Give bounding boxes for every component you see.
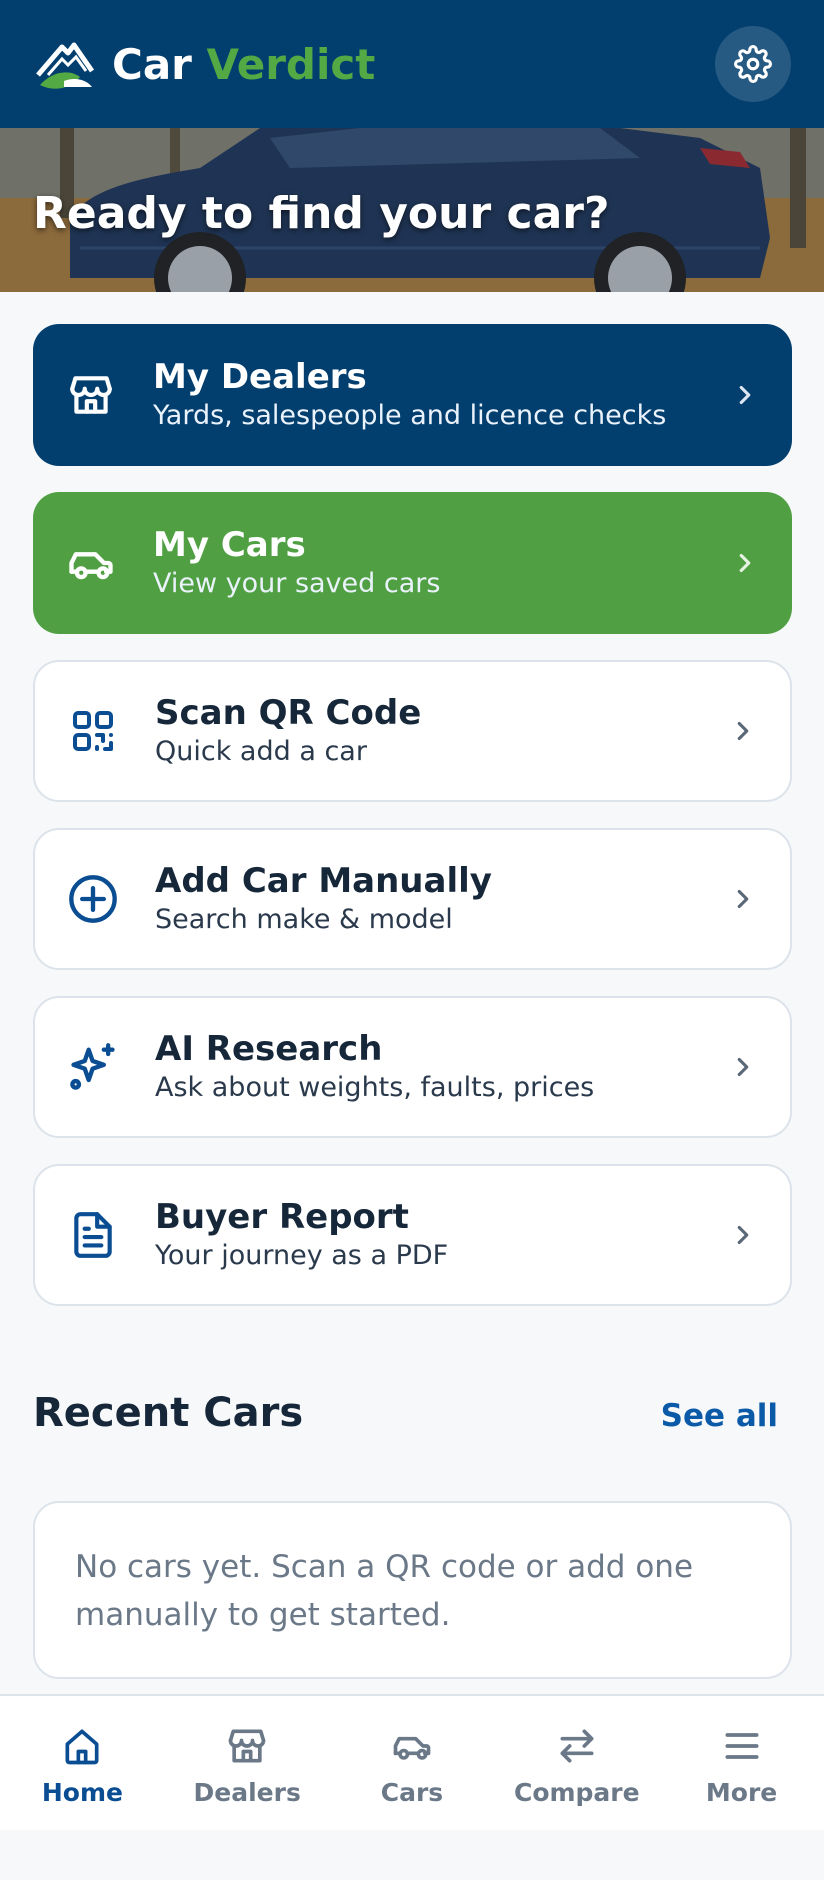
nav-cars[interactable]: Cars	[330, 1696, 495, 1830]
brand-name-part1: Car	[112, 39, 192, 89]
ai-research-card[interactable]: AI Research Ask about weights, faults, p…	[33, 996, 792, 1138]
card-subtitle: Quick add a car	[155, 736, 367, 767]
sparkle-icon	[65, 1039, 121, 1095]
mountain-logo-icon	[36, 42, 95, 89]
my-cars-card[interactable]: My Cars View your saved cars	[33, 492, 792, 634]
card-title: My Cars	[153, 525, 306, 565]
empty-state-text: No cars yet. Scan a QR code or add one m…	[75, 1549, 694, 1633]
recent-cars-heading: Recent Cars	[33, 1390, 304, 1436]
card-title: Add Car Manually	[155, 861, 492, 901]
document-icon	[65, 1207, 121, 1263]
app-header: Car Verdict	[0, 0, 824, 128]
nav-home[interactable]: Home	[0, 1696, 165, 1830]
hero-title: Ready to find your car?	[33, 188, 610, 239]
add-car-manually-card[interactable]: Add Car Manually Search make & model	[33, 828, 792, 970]
my-dealers-card[interactable]: My Dealers Yards, salespeople and licenc…	[33, 324, 792, 466]
bottom-navigation: Home Dealers Cars Compare More	[0, 1694, 824, 1830]
chevron-right-icon	[737, 721, 749, 741]
chevron-right-icon	[739, 385, 751, 405]
car-icon	[393, 1736, 431, 1760]
home-icon	[65, 1729, 99, 1765]
gear-icon	[734, 45, 772, 83]
settings-button[interactable]	[715, 26, 791, 102]
recent-cars-empty-state: No cars yet. Scan a QR code or add one m…	[33, 1501, 792, 1679]
card-subtitle: Search make & model	[155, 904, 453, 935]
scan-qr-code-card[interactable]: Scan QR Code Quick add a car	[33, 660, 792, 802]
nav-label: More	[705, 1778, 778, 1807]
nav-compare[interactable]: Compare	[494, 1696, 659, 1830]
nav-more[interactable]: More	[659, 1696, 824, 1830]
hero-banner: Ready to find your car?	[0, 128, 824, 292]
see-all-link[interactable]: See all	[661, 1398, 778, 1434]
storefront-icon	[228, 1729, 266, 1763]
menu-icon	[725, 1733, 759, 1759]
card-subtitle: Yards, salespeople and licence checks	[153, 400, 667, 431]
qr-code-icon	[65, 703, 121, 759]
chevron-right-icon	[737, 1057, 749, 1077]
buyer-report-card[interactable]: Buyer Report Your journey as a PDF	[33, 1164, 792, 1306]
storefront-icon	[63, 367, 119, 423]
plus-circle-icon	[65, 871, 121, 927]
card-title: Scan QR Code	[155, 693, 422, 733]
nav-dealers[interactable]: Dealers	[165, 1696, 330, 1830]
nav-label: Compare	[513, 1778, 640, 1807]
brand-name-part2: Verdict	[206, 39, 376, 89]
nav-label: Dealers	[193, 1778, 301, 1807]
card-subtitle: View your saved cars	[153, 568, 441, 599]
card-title: Buyer Report	[155, 1197, 409, 1237]
car-icon	[63, 535, 119, 591]
card-title: AI Research	[155, 1029, 383, 1069]
brand-name: Car Verdict	[112, 40, 375, 89]
chevron-right-icon	[739, 553, 751, 573]
nav-label: Cars	[380, 1778, 444, 1807]
chevron-right-icon	[737, 1225, 749, 1245]
chevron-right-icon	[737, 889, 749, 909]
card-subtitle: Your journey as a PDF	[155, 1240, 449, 1271]
card-subtitle: Ask about weights, faults, prices	[155, 1072, 595, 1103]
nav-label: Home	[41, 1778, 123, 1807]
arrows-swap-icon	[560, 1729, 594, 1763]
card-title: My Dealers	[153, 357, 367, 397]
